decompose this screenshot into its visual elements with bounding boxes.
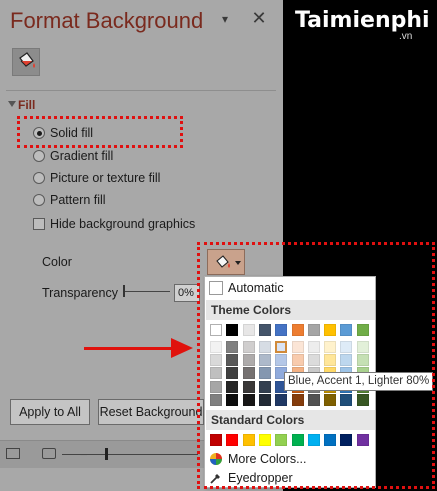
transparency-label: Transparency bbox=[42, 286, 118, 300]
red-arrow-head bbox=[171, 338, 193, 358]
reset-background-button[interactable]: Reset Background bbox=[98, 399, 204, 425]
radio-icon bbox=[33, 194, 45, 206]
pane-options-icon[interactable]: ▾ bbox=[222, 12, 238, 28]
pattern-fill-label: Pattern fill bbox=[50, 193, 106, 207]
close-icon[interactable]: ✕ bbox=[251, 9, 267, 27]
taimienphi-logo: Taimienphi .vn bbox=[291, 8, 431, 42]
slide-show-icon[interactable] bbox=[42, 448, 56, 459]
gradient-fill-label: Gradient fill bbox=[50, 149, 114, 163]
screenshot-stage: Format Background ▾ ✕ Fill Solid fill Gr… bbox=[0, 0, 437, 491]
fill-section-header[interactable]: Fill bbox=[8, 98, 36, 112]
red-arrow-shaft bbox=[84, 347, 174, 350]
radio-icon bbox=[33, 172, 45, 184]
highlight-color-picker bbox=[197, 242, 435, 489]
hide-background-label: Hide background graphics bbox=[50, 217, 196, 231]
solid-fill-label: Solid fill bbox=[50, 126, 94, 140]
paint-bucket-icon bbox=[19, 52, 35, 68]
fill-section-label: Fill bbox=[18, 98, 36, 112]
apply-to-all-button[interactable]: Apply to All bbox=[10, 399, 90, 425]
logo-brand: Taimienphi bbox=[295, 8, 430, 33]
checkbox-icon bbox=[33, 218, 45, 230]
radio-icon bbox=[33, 150, 45, 162]
logo-domain: .vn bbox=[399, 31, 413, 42]
zoom-slider-track[interactable] bbox=[62, 454, 198, 455]
reading-view-icon[interactable] bbox=[6, 448, 20, 459]
color-label: Color bbox=[42, 255, 72, 269]
fill-and-line-tab[interactable] bbox=[12, 48, 40, 76]
zoom-slider-thumb[interactable] bbox=[105, 448, 108, 460]
radio-selected-icon bbox=[33, 127, 45, 139]
collapse-triangle-icon bbox=[8, 101, 16, 107]
transparency-slider-track[interactable] bbox=[124, 291, 170, 292]
picture-fill-label: Picture or texture fill bbox=[50, 171, 161, 185]
divider bbox=[6, 90, 276, 91]
pane-title: Format Background bbox=[10, 8, 204, 33]
transparency-slider-thumb[interactable] bbox=[123, 285, 125, 297]
